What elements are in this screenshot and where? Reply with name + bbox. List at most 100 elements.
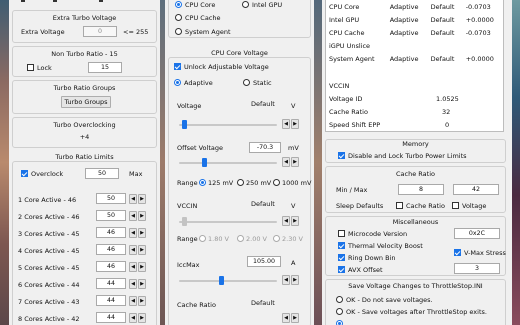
voltage-slider-thumb[interactable] [182,120,187,129]
non-turbo-ratio-input[interactable]: 15 [88,62,122,73]
lock-label: Lock [37,64,52,72]
do-not-save-radio[interactable] [336,296,343,303]
ratio-increase-button[interactable]: ▶ [138,194,146,204]
ratio-increase-button[interactable]: ▶ [138,296,146,306]
iccmax-decrease-button[interactable]: ◀ [282,275,290,285]
ratio-decrease-button[interactable]: ◀ [129,313,137,323]
core-ratio-input[interactable]: 44 [96,278,126,289]
voltage-decrease-button[interactable]: ◀ [282,119,290,129]
table-cell: Default [430,28,455,37]
cpu-cache-radio[interactable] [175,14,182,21]
ratio-increase-button[interactable]: ▶ [138,245,146,255]
vccin-decrease-button[interactable]: ◀ [282,216,290,226]
overclock-label: Overclock [31,170,64,178]
lock-checkbox[interactable] [27,64,34,71]
core-ratio-input[interactable]: 44 [96,312,126,323]
iccmax-slider-thumb[interactable] [219,276,224,285]
iccmax-increase-button[interactable]: ▶ [291,275,299,285]
microcode-checkbox[interactable] [338,230,345,237]
avx-offset-input[interactable]: 3 [454,263,500,274]
vccin-range-radio[interactable] [273,235,280,242]
voltage-increase-button[interactable]: ▶ [291,119,299,129]
core-ratio-input[interactable]: 50 [96,210,126,221]
intel-gpu-radio[interactable] [242,1,249,8]
voltage-checkbox[interactable] [452,202,459,209]
voltage-slider-track[interactable] [179,124,277,126]
table-cell [428,40,463,53]
intel-gpu-label: Intel GPU [252,1,283,9]
offset-slider-thumb[interactable] [202,158,207,167]
cache-ratio-checkbox[interactable] [396,202,403,209]
vccin-slider-track[interactable] [179,221,277,223]
ratio-decrease-button[interactable]: ◀ [129,296,137,306]
cpu-core-voltage-title: CPU Core Voltage [211,49,268,57]
ratio-increase-button[interactable]: ▶ [138,313,146,323]
slider-tick [53,0,57,2]
ratio-increase-button[interactable]: ▶ [138,262,146,272]
vccin-range-radio[interactable] [199,235,206,242]
iccmax-unit: A [291,259,296,267]
cache-ratio-decrease-button[interactable]: ◀ [282,313,290,323]
range-1000mv-radio[interactable] [273,179,280,186]
adaptive-radio[interactable] [174,79,181,86]
iccmax-input[interactable]: 105.00 [247,256,281,267]
cpu-core-radio[interactable] [175,1,182,8]
overclock-checkbox[interactable] [21,170,28,177]
offset-voltage-input[interactable]: -70.3 [249,142,281,153]
voltage-info-panel: CPU Core Adaptive Default -0.0703 Intel … [325,0,504,132]
table-cell: CPU Core [329,2,360,11]
core-ratio-input[interactable]: 46 [96,244,126,255]
turbo-groups-button[interactable]: Turbo Groups [61,96,111,108]
microcode-value: 0x2C [454,228,500,239]
ratio-increase-button[interactable]: ▶ [138,279,146,289]
turbo-ratio-groups-group: Turbo Ratio Groups Turbo Groups [12,80,157,114]
cache-ratio-increase-button[interactable]: ▶ [291,313,299,323]
system-agent-radio[interactable] [175,28,182,35]
voltage-unit: V [291,102,296,110]
cache-ratio-label: Cache Ratio [177,301,216,309]
offset-increase-button[interactable]: ▶ [291,157,299,167]
avx-offset-checkbox[interactable] [338,266,345,273]
save-on-exit-radio[interactable] [336,308,343,315]
ratio-decrease-button[interactable]: ◀ [129,279,137,289]
overclock-input[interactable]: 50 [85,168,119,179]
thermal-velocity-boost-checkbox[interactable] [338,242,345,249]
save-option-radio[interactable] [336,320,343,325]
core-ratio-input[interactable]: 44 [96,295,126,306]
ring-down-bin-checkbox[interactable] [338,254,345,261]
table-cell: Default [430,55,455,64]
ratio-decrease-button[interactable]: ◀ [129,228,137,238]
vccin-slider-thumb[interactable] [182,217,187,226]
range-125mv-radio[interactable] [199,179,206,186]
iccmax-slider-track[interactable] [179,280,277,282]
ratio-increase-button[interactable]: ▶ [138,211,146,221]
v-max-stress-checkbox[interactable] [454,249,461,256]
cache-ratio-max-input[interactable]: 42 [453,184,499,195]
ratio-increase-button[interactable]: ▶ [138,228,146,238]
core-ratio-label: 7 Cores Active - 43 [18,298,80,306]
ratio-decrease-button[interactable]: ◀ [129,262,137,272]
core-ratio-input[interactable]: 46 [96,227,126,238]
vccin-increase-button[interactable]: ▶ [291,216,299,226]
extra-voltage-label: Extra Voltage [21,28,65,36]
offset-decrease-button[interactable]: ◀ [282,157,290,167]
core-ratio-input[interactable]: 50 [96,193,126,204]
static-radio[interactable] [243,79,250,86]
core-ratio-input[interactable]: 46 [96,261,126,272]
extra-voltage-input[interactable]: 0 [83,26,117,37]
cpu-core-voltage-group: Unlock Adjustable Voltage Adaptive Stati… [168,57,311,325]
range-250mv-radio[interactable] [237,179,244,186]
ratio-decrease-button[interactable]: ◀ [129,211,137,221]
cache-ratio-min-input[interactable]: 8 [398,184,444,195]
unlock-voltage-checkbox[interactable] [174,63,181,70]
table-cell: -0.0703 [465,28,491,37]
disable-lock-turbo-checkbox[interactable] [338,152,345,159]
ratio-decrease-button[interactable]: ◀ [129,194,137,204]
core-ratio-label: 6 Cores Active - 44 [18,281,80,289]
speed-shift-epp-value: 0 [445,121,450,129]
ratio-decrease-button[interactable]: ◀ [129,245,137,255]
vccin-range-radio[interactable] [237,235,244,242]
offset-slider-track[interactable] [179,162,277,164]
extra-voltage-limit: <= 255 [123,28,149,36]
voltage-checkbox-label: Voltage [462,202,487,210]
